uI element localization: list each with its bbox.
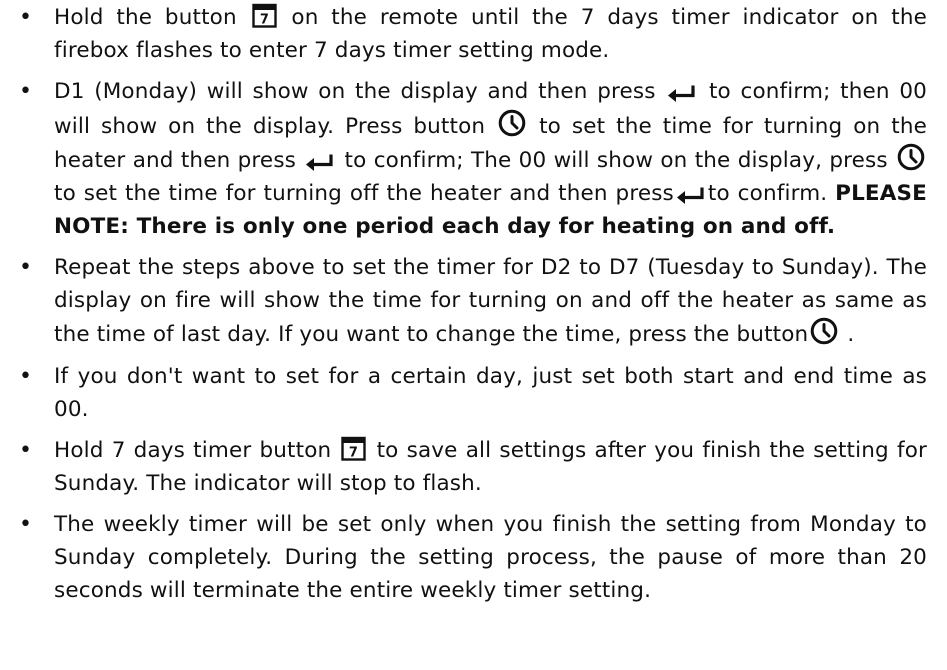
bullet-point: •	[19, 5, 33, 30]
instruction-item: • If you don't want to set for a certain …	[0, 361, 947, 426]
clock-icon	[897, 143, 925, 171]
calendar-icon-digit: 7	[349, 446, 358, 461]
instruction-text: to confirm; The 00 will show on the disp…	[337, 148, 895, 174]
instruction-text: Hold 7 days timer button	[54, 438, 340, 464]
enter-arrow-icon	[305, 153, 335, 172]
instruction-item: • Hold 7 days timer button 7 to save all …	[0, 435, 947, 500]
instruction-item: • Repeat the steps above to set the timer…	[0, 252, 947, 352]
instruction-text: to set the time for turning off the heat…	[54, 180, 674, 206]
instruction-text: D1 (Monday) will show on the display and…	[54, 79, 666, 105]
instruction-text: The weekly timer will be set only when y…	[54, 512, 927, 603]
enter-arrow-icon	[676, 186, 706, 204]
calendar-7-icon: 7	[341, 436, 367, 461]
calendar-icon-digit: 7	[259, 13, 268, 28]
clock-icon	[498, 109, 526, 137]
clock-icon	[810, 317, 838, 345]
instruction-list: • Hold the button 7 on the remote until t…	[0, 0, 947, 607]
instruction-text: If you don't want to set for a certain d…	[54, 363, 927, 422]
instruction-text: to confirm.	[707, 180, 836, 206]
bullet-point: •	[19, 363, 33, 389]
bullet-point: •	[19, 512, 33, 538]
instruction-text: Repeat the steps above to set the timer …	[54, 255, 927, 348]
instruction-item: • D1 (Monday) will show on the display an…	[0, 76, 947, 243]
instruction-text: Hold the button	[54, 5, 250, 30]
instruction-text: .	[840, 322, 855, 348]
bullet-point: •	[19, 255, 33, 281]
calendar-7-icon: 7	[251, 3, 277, 28]
bullet-point: •	[19, 79, 33, 105]
instruction-item: • Hold the button 7 on the remote until t…	[0, 2, 947, 67]
instruction-item: • The weekly timer will be set only when …	[0, 509, 947, 607]
bullet-point: •	[19, 438, 33, 464]
enter-arrow-icon	[667, 84, 697, 103]
